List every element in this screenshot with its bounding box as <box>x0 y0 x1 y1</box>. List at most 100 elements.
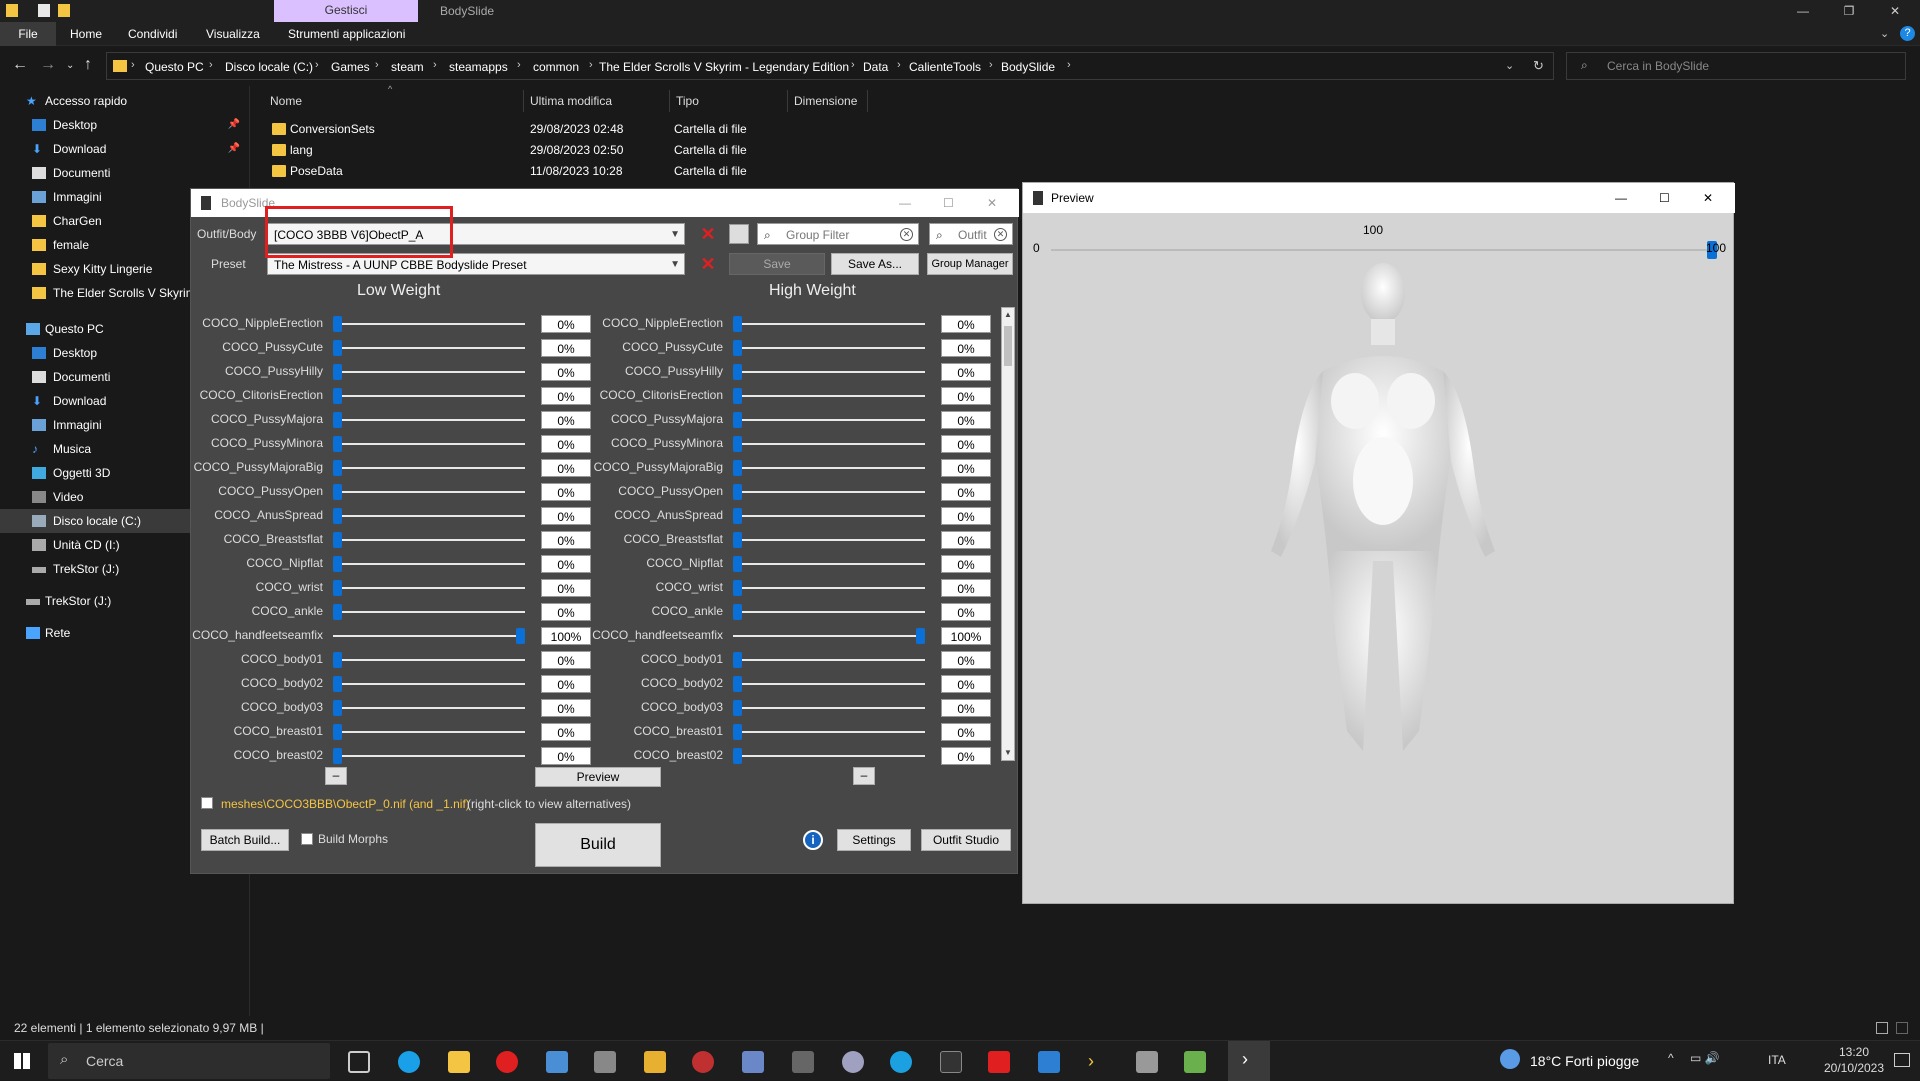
archive-tool-icon[interactable] <box>644 1051 666 1073</box>
low-weight-slider-track[interactable] <box>333 491 525 493</box>
low-weight-slider-thumb[interactable] <box>333 340 342 356</box>
low-weight-slider-track[interactable] <box>333 515 525 517</box>
high-weight-slider-thumb[interactable] <box>733 436 742 452</box>
low-weight-slider-thumb[interactable] <box>333 652 342 668</box>
pen-tool-icon[interactable] <box>742 1051 764 1073</box>
low-weight-slider-thumb[interactable] <box>333 484 342 500</box>
low-weight-value[interactable]: 0% <box>541 435 591 453</box>
high-weight-value[interactable]: 0% <box>941 675 991 693</box>
help-icon[interactable]: ? <box>1900 26 1915 41</box>
low-weight-slider-thumb[interactable] <box>333 532 342 548</box>
batch-build-button[interactable]: Batch Build... <box>201 829 289 851</box>
high-weight-slider-track[interactable] <box>733 707 925 709</box>
high-weight-value[interactable]: 0% <box>941 435 991 453</box>
low-weight-slider-thumb[interactable] <box>333 412 342 428</box>
high-weight-slider-track[interactable] <box>733 419 925 421</box>
mesh-path[interactable]: meshes\COCO3BBB\ObectP_0.nif (and _1.nif… <box>221 797 470 811</box>
low-weight-slider-thumb[interactable] <box>333 460 342 476</box>
app-icon[interactable] <box>692 1051 714 1073</box>
column-size[interactable]: Dimensione <box>788 90 868 112</box>
scroll-down-icon[interactable]: ▼ <box>1004 748 1012 757</box>
high-weight-value[interactable]: 0% <box>941 579 991 597</box>
ribbon-expand-icon[interactable]: ⌄ <box>1880 27 1889 40</box>
tab-share[interactable]: Condividi <box>118 22 187 46</box>
app-icon[interactable] <box>1136 1051 1158 1073</box>
tab-file[interactable]: File <box>0 22 56 46</box>
low-weight-slider-track[interactable] <box>333 659 525 661</box>
high-weight-slider-track[interactable] <box>733 683 925 685</box>
app-icon[interactable] <box>842 1051 864 1073</box>
breadcrumb-item[interactable]: steam <box>391 60 424 74</box>
high-weight-slider-thumb[interactable] <box>733 412 742 428</box>
low-weight-slider-track[interactable] <box>333 443 525 445</box>
game-launcher-icon[interactable] <box>594 1051 616 1073</box>
high-weight-value[interactable]: 0% <box>941 531 991 549</box>
save-button[interactable]: Save <box>729 253 825 275</box>
high-weight-slider-track[interactable] <box>733 635 925 637</box>
low-weight-value[interactable]: 0% <box>541 459 591 477</box>
low-weight-value[interactable]: 0% <box>541 675 591 693</box>
context-tab-manage[interactable]: Gestisci <box>274 0 418 22</box>
breadcrumb-item[interactable]: steamapps <box>449 60 508 74</box>
column-modified[interactable]: Ultima modifica <box>524 90 670 112</box>
windows-start-icon[interactable] <box>14 1053 30 1069</box>
high-weight-slider-thumb[interactable] <box>733 508 742 524</box>
close-icon[interactable]: ✕ <box>987 189 997 217</box>
low-weight-value[interactable]: 0% <box>541 507 591 525</box>
high-weight-slider-thumb[interactable] <box>733 484 742 500</box>
high-weight-value[interactable]: 0% <box>941 699 991 717</box>
high-weight-slider-track[interactable] <box>733 515 925 517</box>
low-weight-slider-track[interactable] <box>333 635 525 637</box>
low-weight-slider-thumb[interactable] <box>333 388 342 404</box>
mesh-checkbox[interactable] <box>201 797 213 809</box>
low-weight-slider-track[interactable] <box>333 683 525 685</box>
low-weight-slider-thumb[interactable] <box>333 556 342 572</box>
high-weight-value[interactable]: 0% <box>941 723 991 741</box>
high-weight-slider-track[interactable] <box>733 467 925 469</box>
high-weight-slider-track[interactable] <box>733 563 925 565</box>
tab-view[interactable]: Visualizza <box>196 22 270 46</box>
low-weight-minus-button[interactable]: – <box>325 767 347 785</box>
outfit-filter-input[interactable]: ⌕ Outfit ✕ <box>929 223 1013 245</box>
high-weight-value[interactable]: 100% <box>941 627 991 645</box>
low-weight-value[interactable]: 0% <box>541 699 591 717</box>
breadcrumb-item[interactable]: Games <box>331 60 370 74</box>
clear-filter-icon[interactable]: ✕ <box>994 228 1007 241</box>
low-weight-slider-thumb[interactable] <box>333 316 342 332</box>
group-manager-button[interactable]: Group Manager <box>927 253 1013 275</box>
low-weight-value[interactable]: 0% <box>541 339 591 357</box>
high-weight-slider-thumb[interactable] <box>733 388 742 404</box>
task-view-icon[interactable] <box>348 1051 370 1073</box>
high-weight-slider-track[interactable] <box>733 587 925 589</box>
recent-dropdown-icon[interactable]: ⌄ <box>66 60 74 71</box>
low-weight-value[interactable]: 0% <box>541 555 591 573</box>
taskbar-search-box[interactable]: ⌕ Cerca <box>48 1043 330 1079</box>
high-weight-slider-track[interactable] <box>733 659 925 661</box>
clear-preset-icon[interactable]: ✕ <box>697 253 719 275</box>
breadcrumb-item[interactable]: common <box>533 60 579 74</box>
app-icon[interactable] <box>1038 1051 1060 1073</box>
high-weight-value[interactable]: 0% <box>941 603 991 621</box>
high-weight-minus-button[interactable]: – <box>853 767 875 785</box>
opera-icon[interactable] <box>496 1051 518 1073</box>
low-weight-value[interactable]: 0% <box>541 579 591 597</box>
close-icon[interactable]: ✕ <box>1872 0 1918 22</box>
breadcrumb-item[interactable]: The Elder Scrolls V Skyrim - Legendary E… <box>599 60 849 74</box>
low-weight-slider-thumb[interactable] <box>333 508 342 524</box>
minimize-icon[interactable]: — <box>1615 183 1627 213</box>
high-weight-slider-thumb[interactable] <box>733 700 742 716</box>
high-weight-slider-track[interactable] <box>733 395 925 397</box>
high-weight-value[interactable]: 0% <box>941 363 991 381</box>
low-weight-slider-thumb[interactable] <box>333 604 342 620</box>
search-input[interactable]: ⌕ Cerca in BodySlide <box>1566 52 1906 80</box>
weather-icon[interactable] <box>1500 1049 1520 1069</box>
low-weight-slider-track[interactable] <box>333 539 525 541</box>
high-weight-slider-track[interactable] <box>733 731 925 733</box>
save-as-button[interactable]: Save As... <box>831 253 919 275</box>
keyboard-language[interactable]: ITA <box>1768 1053 1786 1067</box>
low-weight-slider-track[interactable] <box>333 371 525 373</box>
high-weight-slider-track[interactable] <box>733 347 925 349</box>
column-type[interactable]: Tipo <box>670 90 788 112</box>
restore-icon[interactable]: ❐ <box>1826 0 1872 22</box>
list-item[interactable]: ConversionSets 29/08/2023 02:48 Cartella… <box>270 119 770 140</box>
